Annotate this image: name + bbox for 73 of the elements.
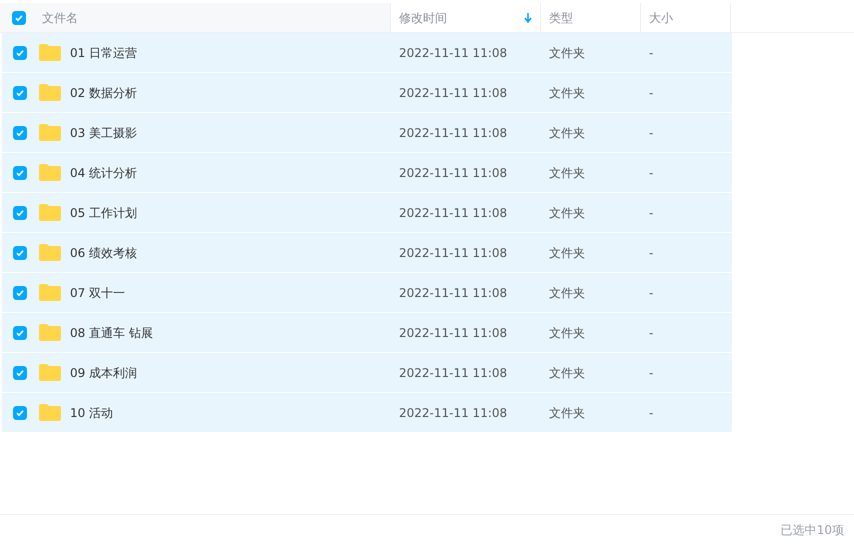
file-name[interactable]: 04 统计分析	[70, 164, 138, 182]
file-type: 文件夹	[548, 84, 586, 102]
file-type: 文件夹	[548, 284, 586, 302]
modified-time: 2022-11-11 11:08	[398, 164, 508, 182]
file-row[interactable]: 01 日常运营 2022-11-11 11:08 文件夹 -	[2, 33, 732, 73]
file-name[interactable]: 06 绩效考核	[70, 244, 138, 262]
folder-icon	[39, 364, 61, 381]
folder-icon	[39, 164, 61, 181]
checkbox[interactable]	[13, 406, 27, 420]
modified-time: 2022-11-11 11:08	[398, 284, 508, 302]
modified-time: 2022-11-11 11:08	[398, 404, 508, 422]
folder-icon	[39, 284, 61, 301]
file-size: -	[648, 164, 654, 182]
folder-icon	[39, 84, 61, 101]
file-row[interactable]: 10 活动 2022-11-11 11:08 文件夹 -	[2, 393, 732, 433]
file-row[interactable]: 05 工作计划 2022-11-11 11:08 文件夹 -	[2, 193, 732, 233]
file-type: 文件夹	[548, 44, 586, 62]
folder-icon	[39, 204, 61, 221]
file-row[interactable]: 08 直通车 钻展 2022-11-11 11:08 文件夹 -	[2, 313, 732, 353]
checkbox[interactable]	[13, 206, 27, 220]
file-size: -	[648, 44, 654, 62]
file-type: 文件夹	[548, 164, 586, 182]
file-size: -	[648, 404, 654, 422]
file-type: 文件夹	[548, 364, 586, 382]
file-name[interactable]: 07 双十一	[70, 284, 126, 302]
file-row[interactable]: 04 统计分析 2022-11-11 11:08 文件夹 -	[2, 153, 732, 193]
file-size: -	[648, 324, 654, 342]
file-row[interactable]: 03 美工摄影 2022-11-11 11:08 文件夹 -	[2, 113, 732, 153]
modified-time: 2022-11-11 11:08	[398, 124, 508, 142]
file-type: 文件夹	[548, 324, 586, 342]
modified-time: 2022-11-11 11:08	[398, 84, 508, 102]
file-row[interactable]: 02 数据分析 2022-11-11 11:08 文件夹 -	[2, 73, 732, 113]
checkbox[interactable]	[13, 286, 27, 300]
checkbox[interactable]	[13, 86, 27, 100]
file-row[interactable]: 09 成本利润 2022-11-11 11:08 文件夹 -	[2, 353, 732, 393]
file-size: -	[648, 204, 654, 222]
modified-time: 2022-11-11 11:08	[398, 244, 508, 262]
selection-count: 已选中10项	[780, 522, 844, 538]
folder-icon	[39, 44, 61, 61]
file-row[interactable]: 06 绩效考核 2022-11-11 11:08 文件夹 -	[2, 233, 732, 273]
checkbox[interactable]	[13, 46, 27, 60]
file-size: -	[648, 124, 654, 142]
file-size: -	[648, 84, 654, 102]
modified-time: 2022-11-11 11:08	[398, 204, 508, 222]
file-size: -	[648, 364, 654, 382]
checkbox[interactable]	[13, 366, 27, 380]
file-name[interactable]: 08 直通车 钻展	[70, 324, 153, 342]
sort-down-icon[interactable]	[524, 12, 532, 22]
file-size: -	[648, 284, 654, 302]
file-name[interactable]: 02 数据分析	[70, 84, 138, 102]
folder-icon	[39, 124, 61, 141]
checkbox[interactable]	[13, 166, 27, 180]
file-row[interactable]: 07 双十一 2022-11-11 11:08 文件夹 -	[2, 273, 732, 313]
modified-time: 2022-11-11 11:08	[398, 364, 508, 382]
checkbox[interactable]	[13, 326, 27, 340]
file-name[interactable]: 10 活动	[70, 404, 114, 422]
file-name[interactable]: 01 日常运营	[70, 44, 138, 62]
modified-time: 2022-11-11 11:08	[398, 324, 508, 342]
checkbox[interactable]	[13, 246, 27, 260]
folder-icon	[39, 244, 61, 261]
file-type: 文件夹	[548, 244, 586, 262]
folder-icon	[39, 324, 61, 341]
file-size: -	[648, 244, 654, 262]
folder-icon	[39, 404, 61, 421]
file-name[interactable]: 03 美工摄影	[70, 124, 138, 142]
file-type: 文件夹	[548, 404, 586, 422]
modified-time: 2022-11-11 11:08	[398, 44, 508, 62]
file-type: 文件夹	[548, 204, 586, 222]
file-name[interactable]: 09 成本利润	[70, 364, 138, 382]
checkbox[interactable]	[12, 10, 26, 24]
file-type: 文件夹	[548, 124, 586, 142]
file-name[interactable]: 05 工作计划	[70, 204, 138, 222]
checkbox[interactable]	[13, 126, 27, 140]
